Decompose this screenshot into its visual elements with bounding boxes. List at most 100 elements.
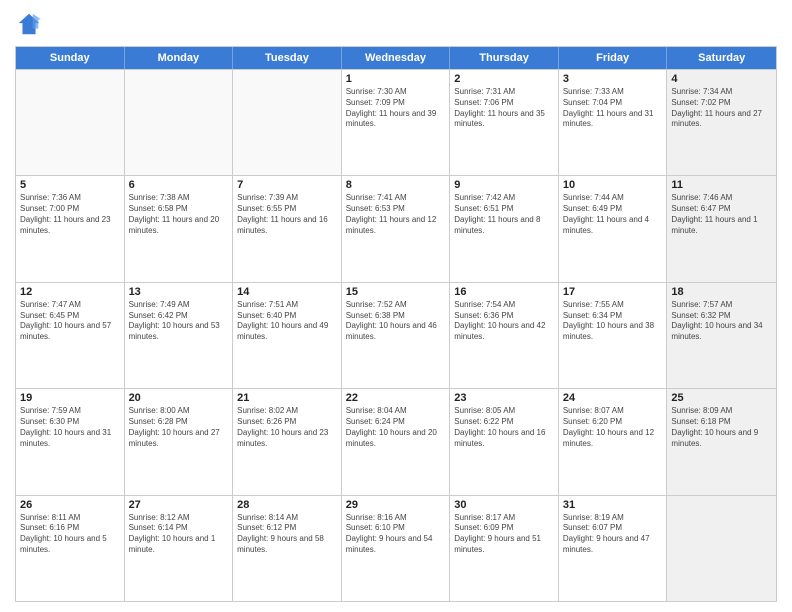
day-number: 31: [563, 499, 663, 511]
day-number: 4: [671, 73, 772, 85]
day-number: 21: [237, 392, 337, 404]
cell-info: Sunrise: 8:11 AMSunset: 6:16 PMDaylight:…: [20, 513, 120, 556]
week-row-4: 19 Sunrise: 7:59 AMSunset: 6:30 PMDayligh…: [16, 388, 776, 494]
calendar: SundayMondayTuesdayWednesdayThursdayFrid…: [15, 46, 777, 602]
calendar-cell: 5 Sunrise: 7:36 AMSunset: 7:00 PMDaylight…: [16, 176, 125, 281]
calendar-cell: 16 Sunrise: 7:54 AMSunset: 6:36 PMDayligh…: [450, 283, 559, 388]
cell-info: Sunrise: 8:07 AMSunset: 6:20 PMDaylight:…: [563, 406, 663, 449]
calendar-cell: [125, 70, 234, 175]
day-number: 8: [346, 179, 446, 191]
cell-info: Sunrise: 8:14 AMSunset: 6:12 PMDaylight:…: [237, 513, 337, 556]
cell-info: Sunrise: 7:42 AMSunset: 6:51 PMDaylight:…: [454, 193, 554, 236]
day-number: 10: [563, 179, 663, 191]
calendar-cell: 4 Sunrise: 7:34 AMSunset: 7:02 PMDaylight…: [667, 70, 776, 175]
cell-info: Sunrise: 7:54 AMSunset: 6:36 PMDaylight:…: [454, 300, 554, 343]
cell-info: Sunrise: 8:02 AMSunset: 6:26 PMDaylight:…: [237, 406, 337, 449]
calendar-cell: 12 Sunrise: 7:47 AMSunset: 6:45 PMDayligh…: [16, 283, 125, 388]
calendar-cell: 7 Sunrise: 7:39 AMSunset: 6:55 PMDaylight…: [233, 176, 342, 281]
day-number: 22: [346, 392, 446, 404]
day-number: 19: [20, 392, 120, 404]
day-number: 3: [563, 73, 663, 85]
day-number: 15: [346, 286, 446, 298]
day-number: 30: [454, 499, 554, 511]
day-number: 2: [454, 73, 554, 85]
cell-info: Sunrise: 7:49 AMSunset: 6:42 PMDaylight:…: [129, 300, 229, 343]
week-row-2: 5 Sunrise: 7:36 AMSunset: 7:00 PMDaylight…: [16, 175, 776, 281]
day-number: 12: [20, 286, 120, 298]
calendar-cell: 14Sunrise: 7:51 AMSunset: 6:40 PMDayligh…: [233, 283, 342, 388]
page: SundayMondayTuesdayWednesdayThursdayFrid…: [0, 0, 792, 612]
cell-info: Sunrise: 7:38 AMSunset: 6:58 PMDaylight:…: [129, 193, 229, 236]
calendar-cell: 3Sunrise: 7:33 AMSunset: 7:04 PMDaylight…: [559, 70, 668, 175]
day-number: 1: [346, 73, 446, 85]
week-row-3: 12 Sunrise: 7:47 AMSunset: 6:45 PMDayligh…: [16, 282, 776, 388]
calendar-cell: 24 Sunrise: 8:07 AMSunset: 6:20 PMDayligh…: [559, 389, 668, 494]
logo-icon: [15, 10, 43, 38]
cell-info: Sunrise: 8:09 AMSunset: 6:18 PMDaylight:…: [671, 406, 772, 449]
day-number: 20: [129, 392, 229, 404]
day-number: 17: [563, 286, 663, 298]
day-of-week-monday: Monday: [125, 47, 234, 69]
calendar-cell: 29Sunrise: 8:16 AMSunset: 6:10 PMDayligh…: [342, 496, 451, 601]
cell-info: Sunrise: 7:34 AMSunset: 7:02 PMDaylight:…: [671, 87, 772, 130]
cell-info: Sunrise: 7:44 AMSunset: 6:49 PMDaylight:…: [563, 193, 663, 236]
day-number: 11: [671, 179, 772, 191]
cell-info: Sunrise: 8:12 AMSunset: 6:14 PMDaylight:…: [129, 513, 229, 556]
day-of-week-friday: Friday: [559, 47, 668, 69]
cell-info: Sunrise: 8:19 AMSunset: 6:07 PMDaylight:…: [563, 513, 663, 556]
day-number: 16: [454, 286, 554, 298]
calendar-cell: [667, 496, 776, 601]
calendar-cell: [233, 70, 342, 175]
calendar-cell: 26 Sunrise: 8:11 AMSunset: 6:16 PMDayligh…: [16, 496, 125, 601]
calendar-cell: 6Sunrise: 7:38 AMSunset: 6:58 PMDaylight…: [125, 176, 234, 281]
cell-info: Sunrise: 7:41 AMSunset: 6:53 PMDaylight:…: [346, 193, 446, 236]
calendar-cell: 2 Sunrise: 7:31 AMSunset: 7:06 PMDaylight…: [450, 70, 559, 175]
calendar-body: 1 Sunrise: 7:30 AMSunset: 7:09 PMDaylight…: [16, 69, 776, 601]
cell-info: Sunrise: 7:52 AMSunset: 6:38 PMDaylight:…: [346, 300, 446, 343]
cell-info: Sunrise: 7:39 AMSunset: 6:55 PMDaylight:…: [237, 193, 337, 236]
day-number: 13: [129, 286, 229, 298]
calendar-cell: 30 Sunrise: 8:17 AMSunset: 6:09 PMDayligh…: [450, 496, 559, 601]
logo: [15, 10, 47, 38]
cell-info: Sunrise: 7:51 AMSunset: 6:40 PMDaylight:…: [237, 300, 337, 343]
day-of-week-sunday: Sunday: [16, 47, 125, 69]
cell-info: Sunrise: 7:30 AMSunset: 7:09 PMDaylight:…: [346, 87, 446, 130]
calendar-cell: 28Sunrise: 8:14 AMSunset: 6:12 PMDayligh…: [233, 496, 342, 601]
cell-info: Sunrise: 8:05 AMSunset: 6:22 PMDaylight:…: [454, 406, 554, 449]
calendar-cell: 9 Sunrise: 7:42 AMSunset: 6:51 PMDaylight…: [450, 176, 559, 281]
calendar-cell: 15 Sunrise: 7:52 AMSunset: 6:38 PMDayligh…: [342, 283, 451, 388]
day-number: 5: [20, 179, 120, 191]
day-number: 7: [237, 179, 337, 191]
week-row-5: 26 Sunrise: 8:11 AMSunset: 6:16 PMDayligh…: [16, 495, 776, 601]
cell-info: Sunrise: 8:17 AMSunset: 6:09 PMDaylight:…: [454, 513, 554, 556]
cell-info: Sunrise: 7:55 AMSunset: 6:34 PMDaylight:…: [563, 300, 663, 343]
cell-info: Sunrise: 8:04 AMSunset: 6:24 PMDaylight:…: [346, 406, 446, 449]
day-of-week-saturday: Saturday: [667, 47, 776, 69]
cell-info: Sunrise: 7:59 AMSunset: 6:30 PMDaylight:…: [20, 406, 120, 449]
day-number: 18: [671, 286, 772, 298]
day-of-week-wednesday: Wednesday: [342, 47, 451, 69]
calendar-cell: [16, 70, 125, 175]
cell-info: Sunrise: 7:57 AMSunset: 6:32 PMDaylight:…: [671, 300, 772, 343]
day-of-week-thursday: Thursday: [450, 47, 559, 69]
calendar-cell: 11Sunrise: 7:46 AMSunset: 6:47 PMDayligh…: [667, 176, 776, 281]
day-number: 9: [454, 179, 554, 191]
day-number: 23: [454, 392, 554, 404]
calendar-cell: 19 Sunrise: 7:59 AMSunset: 6:30 PMDayligh…: [16, 389, 125, 494]
day-number: 24: [563, 392, 663, 404]
calendar-header: SundayMondayTuesdayWednesdayThursdayFrid…: [16, 47, 776, 69]
calendar-cell: 27Sunrise: 8:12 AMSunset: 6:14 PMDayligh…: [125, 496, 234, 601]
calendar-cell: 23 Sunrise: 8:05 AMSunset: 6:22 PMDayligh…: [450, 389, 559, 494]
week-row-1: 1 Sunrise: 7:30 AMSunset: 7:09 PMDaylight…: [16, 69, 776, 175]
cell-info: Sunrise: 7:31 AMSunset: 7:06 PMDaylight:…: [454, 87, 554, 130]
cell-info: Sunrise: 7:47 AMSunset: 6:45 PMDaylight:…: [20, 300, 120, 343]
cell-info: Sunrise: 7:36 AMSunset: 7:00 PMDaylight:…: [20, 193, 120, 236]
cell-info: Sunrise: 8:00 AMSunset: 6:28 PMDaylight:…: [129, 406, 229, 449]
calendar-cell: 22 Sunrise: 8:04 AMSunset: 6:24 PMDayligh…: [342, 389, 451, 494]
day-number: 26: [20, 499, 120, 511]
calendar-cell: 31 Sunrise: 8:19 AMSunset: 6:07 PMDayligh…: [559, 496, 668, 601]
calendar-cell: 17 Sunrise: 7:55 AMSunset: 6:34 PMDayligh…: [559, 283, 668, 388]
day-number: 25: [671, 392, 772, 404]
day-of-week-tuesday: Tuesday: [233, 47, 342, 69]
calendar-cell: 21 Sunrise: 8:02 AMSunset: 6:26 PMDayligh…: [233, 389, 342, 494]
